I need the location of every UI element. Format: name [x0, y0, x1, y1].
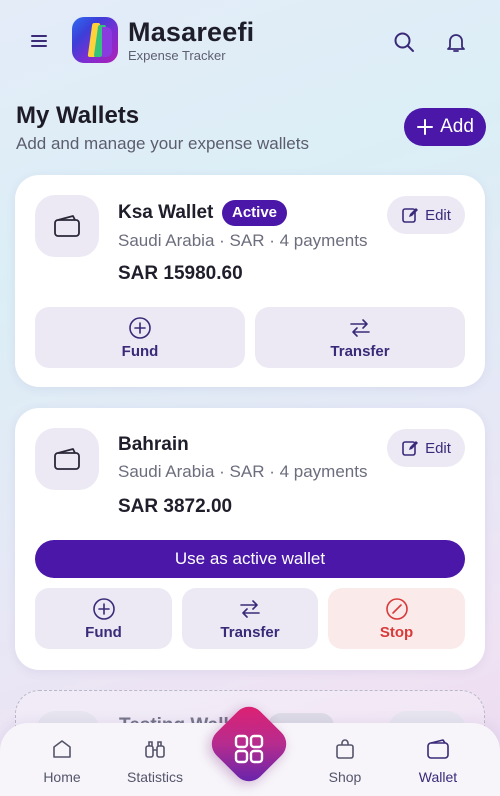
search-icon[interactable]: [392, 30, 416, 54]
app-name: Masareefi: [128, 17, 255, 47]
add-wallet-label: Add: [440, 116, 474, 137]
wallet-name: Bahrain: [118, 434, 189, 455]
page-title: My Wallets: [16, 102, 140, 129]
nav-shop[interactable]: Shop: [305, 737, 385, 785]
fund-label: Fund: [121, 342, 159, 360]
add-wallet-button[interactable]: Add: [404, 108, 486, 146]
stop-button[interactable]: Stop: [328, 588, 465, 649]
transfer-label: Transfer: [220, 623, 280, 641]
plus-circle-icon: [129, 316, 151, 339]
transfer-button[interactable]: Transfer: [182, 588, 318, 649]
fund-label: Fund: [85, 623, 122, 641]
page-subtitle: Add and manage your expense wallets: [16, 134, 309, 153]
edit-icon: [402, 208, 419, 223]
shopping-bag-icon: [336, 739, 354, 759]
wallet-meta: Saudi Arabia · SAR · 4 payments: [118, 231, 368, 250]
edit-label: Edit: [425, 439, 451, 457]
transfer-label: Transfer: [330, 342, 390, 360]
home-icon: [53, 740, 71, 758]
bell-icon[interactable]: [444, 30, 468, 54]
app-header: Masareefi Expense Tracker: [0, 0, 500, 80]
wallet-balance: SAR 15980.60: [118, 263, 243, 284]
nav-home-label: Home: [43, 769, 81, 785]
nav-wallet-label: Wallet: [418, 769, 458, 785]
nav-statistics[interactable]: Statistics: [115, 737, 195, 785]
plus-circle-icon: [92, 597, 115, 620]
wallet-icon: [35, 428, 99, 490]
use-as-active-button[interactable]: Use as active wallet: [35, 540, 465, 578]
wallet-name: Ksa Wallet: [118, 202, 214, 223]
stop-label: Stop: [379, 623, 414, 641]
wallet-icon: [427, 739, 449, 759]
fund-button[interactable]: Fund: [35, 307, 245, 368]
transfer-icon: [240, 599, 260, 618]
active-badge: Active: [222, 200, 288, 226]
menu-icon[interactable]: [28, 30, 50, 52]
transfer-icon: [350, 318, 370, 337]
plus-icon: [417, 119, 434, 135]
edit-button[interactable]: Edit: [387, 196, 465, 234]
nav-statistics-label: Statistics: [126, 769, 183, 785]
wallet-card: Bahrain Saudi Arabia · SAR · 4 payments …: [15, 408, 485, 670]
app-subtitle: Expense Tracker: [128, 48, 226, 63]
wallet-meta: Saudi Arabia · SAR · 4 payments: [118, 462, 368, 481]
nav-home[interactable]: Home: [22, 737, 102, 785]
nav-shop-label: Shop: [328, 769, 362, 785]
transfer-button[interactable]: Transfer: [255, 307, 465, 368]
edit-button[interactable]: Edit: [387, 429, 465, 467]
app-logo: [72, 17, 118, 63]
edit-label: Edit: [425, 206, 451, 224]
fund-button[interactable]: Fund: [35, 588, 172, 649]
edit-icon: [402, 441, 419, 456]
wallet-card: Ksa Wallet Active Saudi Arabia · SAR · 4…: [15, 175, 485, 387]
wallet-icon: [35, 195, 99, 257]
stop-icon: [385, 597, 408, 620]
nav-wallet[interactable]: Wallet: [398, 737, 478, 785]
grid-icon: [233, 733, 265, 765]
wallet-balance: SAR 3872.00: [118, 496, 233, 517]
binoculars-icon: [145, 741, 165, 758]
